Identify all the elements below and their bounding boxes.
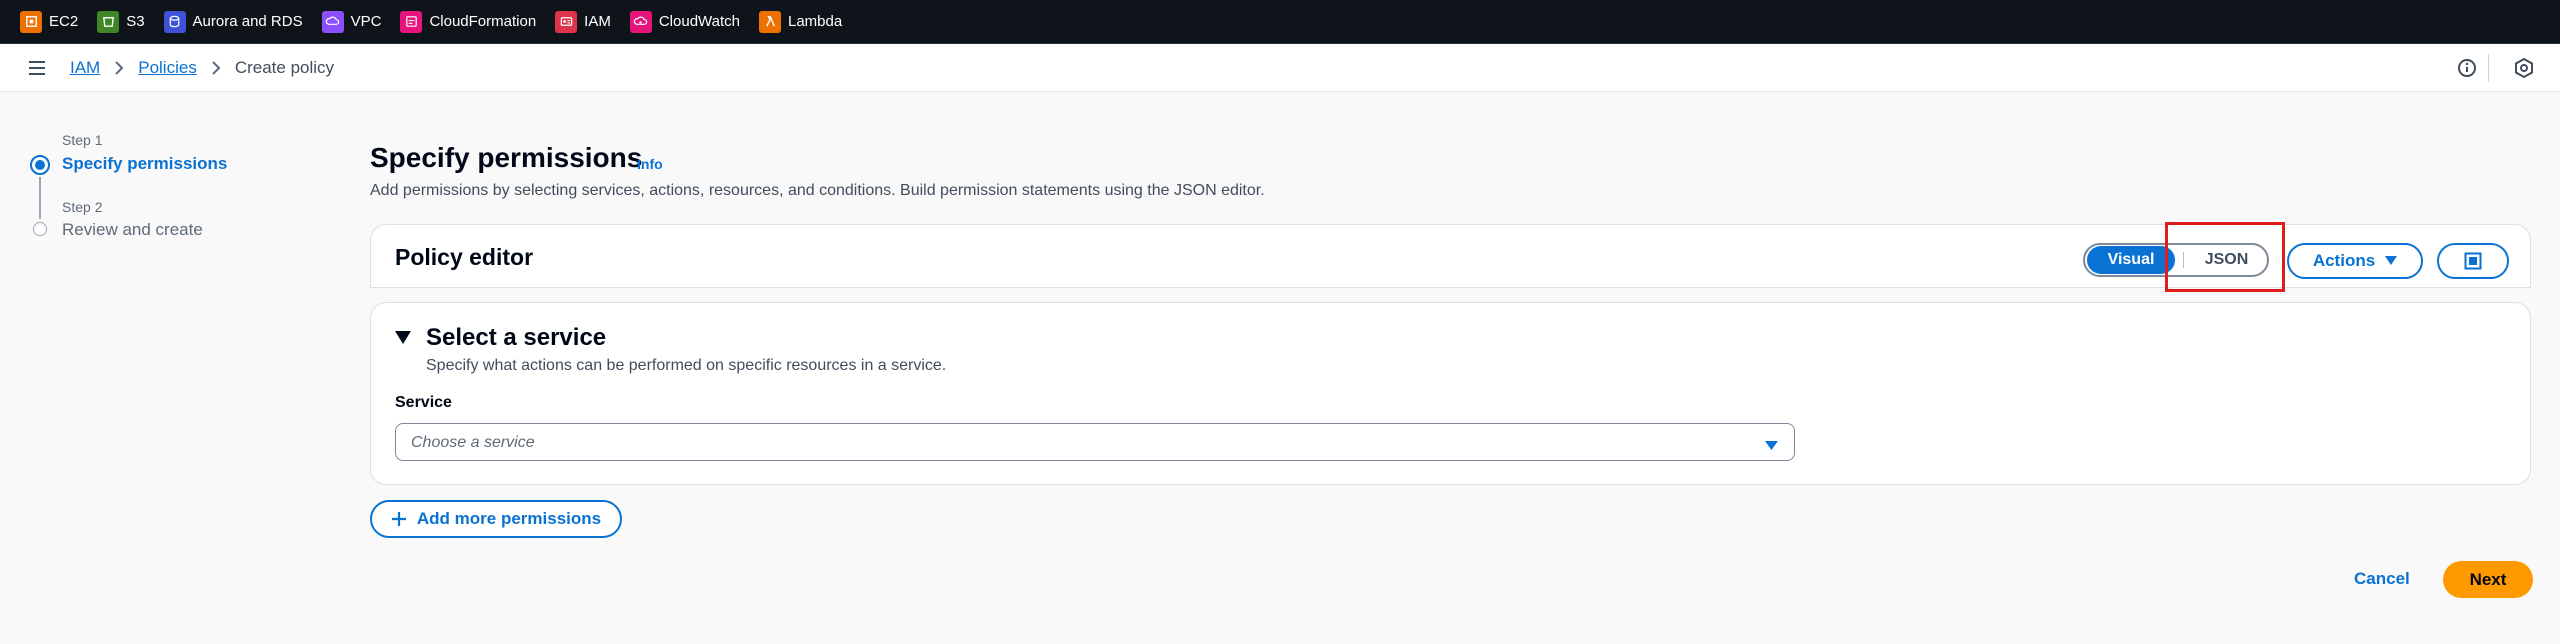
editor-mode-toggle: Visual JSON	[2083, 243, 2269, 277]
next-button[interactable]: Next	[2443, 561, 2533, 598]
caret-down-icon[interactable]	[395, 331, 411, 350]
favorite-label: Aurora and RDS	[192, 13, 303, 30]
favorite-label: VPC	[350, 13, 382, 30]
favorite-cloudformation[interactable]: CloudFormation	[400, 10, 537, 33]
favorite-iam[interactable]: IAM	[555, 10, 611, 33]
favorite-label: CloudWatch	[658, 13, 740, 30]
vpc-icon	[321, 10, 344, 33]
favorite-label: EC2	[49, 13, 79, 30]
info-link[interactable]: Info	[637, 156, 663, 172]
segment-divider	[2183, 252, 2184, 268]
favorite-ec2[interactable]: EC2	[20, 10, 79, 33]
plus-icon	[391, 512, 406, 526]
header-divider	[2488, 54, 2489, 82]
favorite-label: CloudFormation	[429, 13, 537, 30]
step-active-indicator	[30, 155, 50, 175]
favorites-bar: EC2 S3 Aurora and RDS VPC CloudFormation…	[0, 0, 2560, 44]
favorite-vpc[interactable]: VPC	[321, 10, 382, 33]
breadcrumb: IAM Policies Create policy	[70, 44, 334, 92]
step-inactive-indicator	[33, 222, 47, 236]
favorite-aurora-rds[interactable]: Aurora and RDS	[163, 10, 303, 33]
add-more-permissions-label: Add more permissions	[416, 509, 602, 528]
chevron-right-icon	[211, 61, 221, 75]
cloudwatch-icon	[629, 10, 652, 33]
menu-icon[interactable]	[27, 58, 47, 78]
select-service-description: Specify what actions can be performed on…	[426, 357, 947, 374]
visual-mode-button[interactable]: Visual	[2087, 246, 2175, 274]
breadcrumb-current: Create policy	[234, 58, 335, 77]
step-connector	[39, 177, 41, 219]
cloudformation-icon	[400, 10, 423, 33]
caret-down-icon	[1765, 438, 1778, 456]
add-more-permissions-button[interactable]: Add more permissions	[370, 500, 622, 538]
breadcrumb-policies[interactable]: Policies	[138, 58, 197, 78]
step-2-title: Review and create	[62, 220, 203, 239]
rds-icon	[163, 10, 186, 33]
favorite-lambda[interactable]: Lambda	[759, 10, 843, 33]
favorite-s3[interactable]: S3	[97, 10, 145, 33]
step-1-title[interactable]: Specify permissions	[62, 154, 227, 174]
favorite-label: IAM	[584, 13, 611, 30]
chevron-right-icon	[114, 61, 124, 75]
actions-dropdown-button[interactable]: Actions	[2287, 243, 2423, 279]
json-mode-button[interactable]: JSON	[2192, 246, 2267, 274]
breadcrumb-bar: IAM Policies Create policy	[0, 44, 2560, 92]
s3-icon	[97, 10, 120, 33]
fullscreen-icon	[2464, 252, 2482, 270]
caret-down-icon	[2385, 256, 2398, 265]
favorite-label: S3	[126, 13, 145, 30]
favorite-label: Lambda	[788, 13, 843, 30]
select-service-heading[interactable]: Select a service	[426, 324, 606, 352]
info-icon[interactable]	[2456, 57, 2478, 79]
favorite-cloudwatch[interactable]: CloudWatch	[629, 10, 740, 33]
page-title: Specify permissions	[370, 142, 643, 173]
service-field-label: Service	[395, 394, 452, 411]
cancel-button[interactable]: Cancel	[2354, 569, 2410, 589]
select-service-section: Select a service Specify what actions ca…	[370, 302, 2531, 485]
step-2-label: Step 2	[62, 199, 103, 215]
next-label: Next	[2469, 569, 2507, 589]
actions-label: Actions	[2312, 251, 2376, 270]
iam-icon	[555, 10, 578, 33]
lambda-icon	[759, 10, 781, 33]
service-select-placeholder: Choose a service	[411, 434, 535, 451]
settings-icon[interactable]	[2513, 57, 2535, 79]
step-1-label: Step 1	[62, 132, 103, 148]
policy-editor-header: Policy editor Visual JSON Actions	[370, 224, 2531, 288]
breadcrumb-iam[interactable]: IAM	[70, 58, 100, 78]
service-select[interactable]: Choose a service	[395, 423, 1795, 461]
ec2-icon	[20, 10, 42, 33]
page-description: Add permissions by selecting services, a…	[370, 182, 1265, 199]
policy-editor-title: Policy editor	[395, 244, 534, 270]
fullscreen-button[interactable]	[2437, 243, 2509, 279]
